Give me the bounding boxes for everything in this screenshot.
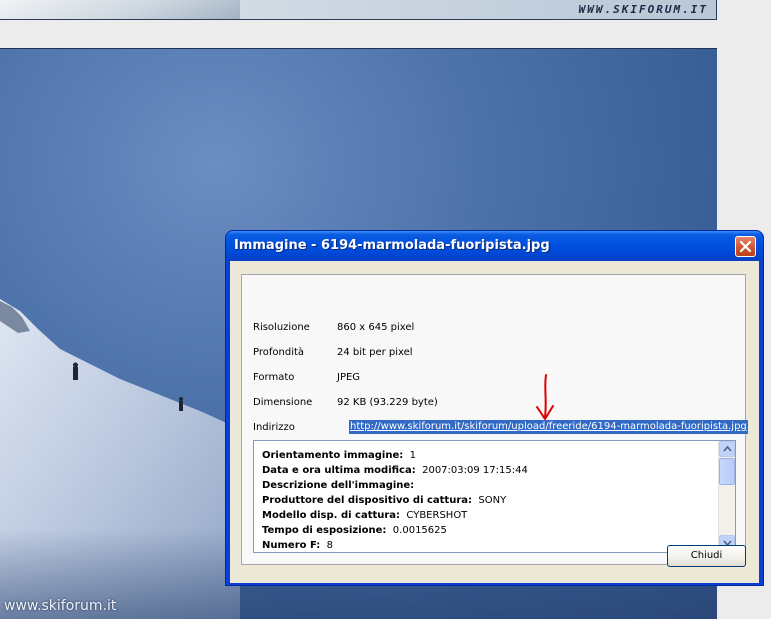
label-resolution: Risoluzione [253,322,310,333]
exif-row: Numero F: 8 [262,540,333,551]
exif-row: Data e ora ultima modifica: 2007:03:09 1… [262,465,528,476]
label-format: Formato [253,372,295,383]
value-format: JPEG [337,372,361,383]
dialog-titlebar[interactable]: Immagine - 6194-marmolada-fuoripista.jpg [226,231,763,261]
exif-row: Descrizione dell'immagine: [262,480,415,491]
label-size: Dimensione [253,397,313,408]
value-depth: 24 bit per pixel [337,347,413,358]
scroll-thumb[interactable] [719,458,735,485]
exif-row: Produttore del dispositivo di cattura: S… [262,495,507,506]
close-icon [739,240,752,253]
properties-panel: Risoluzione 860 x 645 pixel Profondità 2… [241,274,748,565]
skier-2 [179,397,183,411]
close-dialog-button[interactable]: Chiudi [667,545,746,567]
label-address: Indirizzo [253,422,295,433]
scroll-up-button[interactable] [719,441,735,457]
exif-row: Orientamento immagine: 1 [262,450,416,461]
image-properties-dialog: Immagine - 6194-marmolada-fuoripista.jpg… [225,230,764,586]
label-depth: Profondità [253,347,305,358]
exif-list[interactable]: Orientamento immagine: 1 Data e ora ulti… [253,440,736,553]
photo-caption: www.skiforum.it [4,598,117,614]
close-button[interactable] [735,236,756,257]
exif-scrollbar[interactable] [718,441,735,552]
site-banner: WWW.SKIFORUM.IT [0,0,717,20]
chevron-up-icon [723,446,732,452]
exif-row: Tempo di esposizione: 0.0015625 [262,525,447,536]
dialog-client-area: Risoluzione 860 x 645 pixel Profondità 2… [230,261,759,583]
banner-site-url: WWW.SKIFORUM.IT [578,3,708,16]
annotation-arrow-icon [536,374,554,420]
value-resolution: 860 x 645 pixel [337,322,415,333]
skier-1 [73,362,78,380]
dialog-title: Immagine - 6194-marmolada-fuoripista.jpg [234,238,550,253]
banner-mountain-image [0,0,240,19]
value-size: 92 KB (93.229 byte) [337,397,438,408]
exif-row: Modello disp. di cattura: CYBERSHOT [262,510,468,521]
screen: WWW.SKIFORUM.IT www.skiforum.it Immagine… [0,0,771,619]
